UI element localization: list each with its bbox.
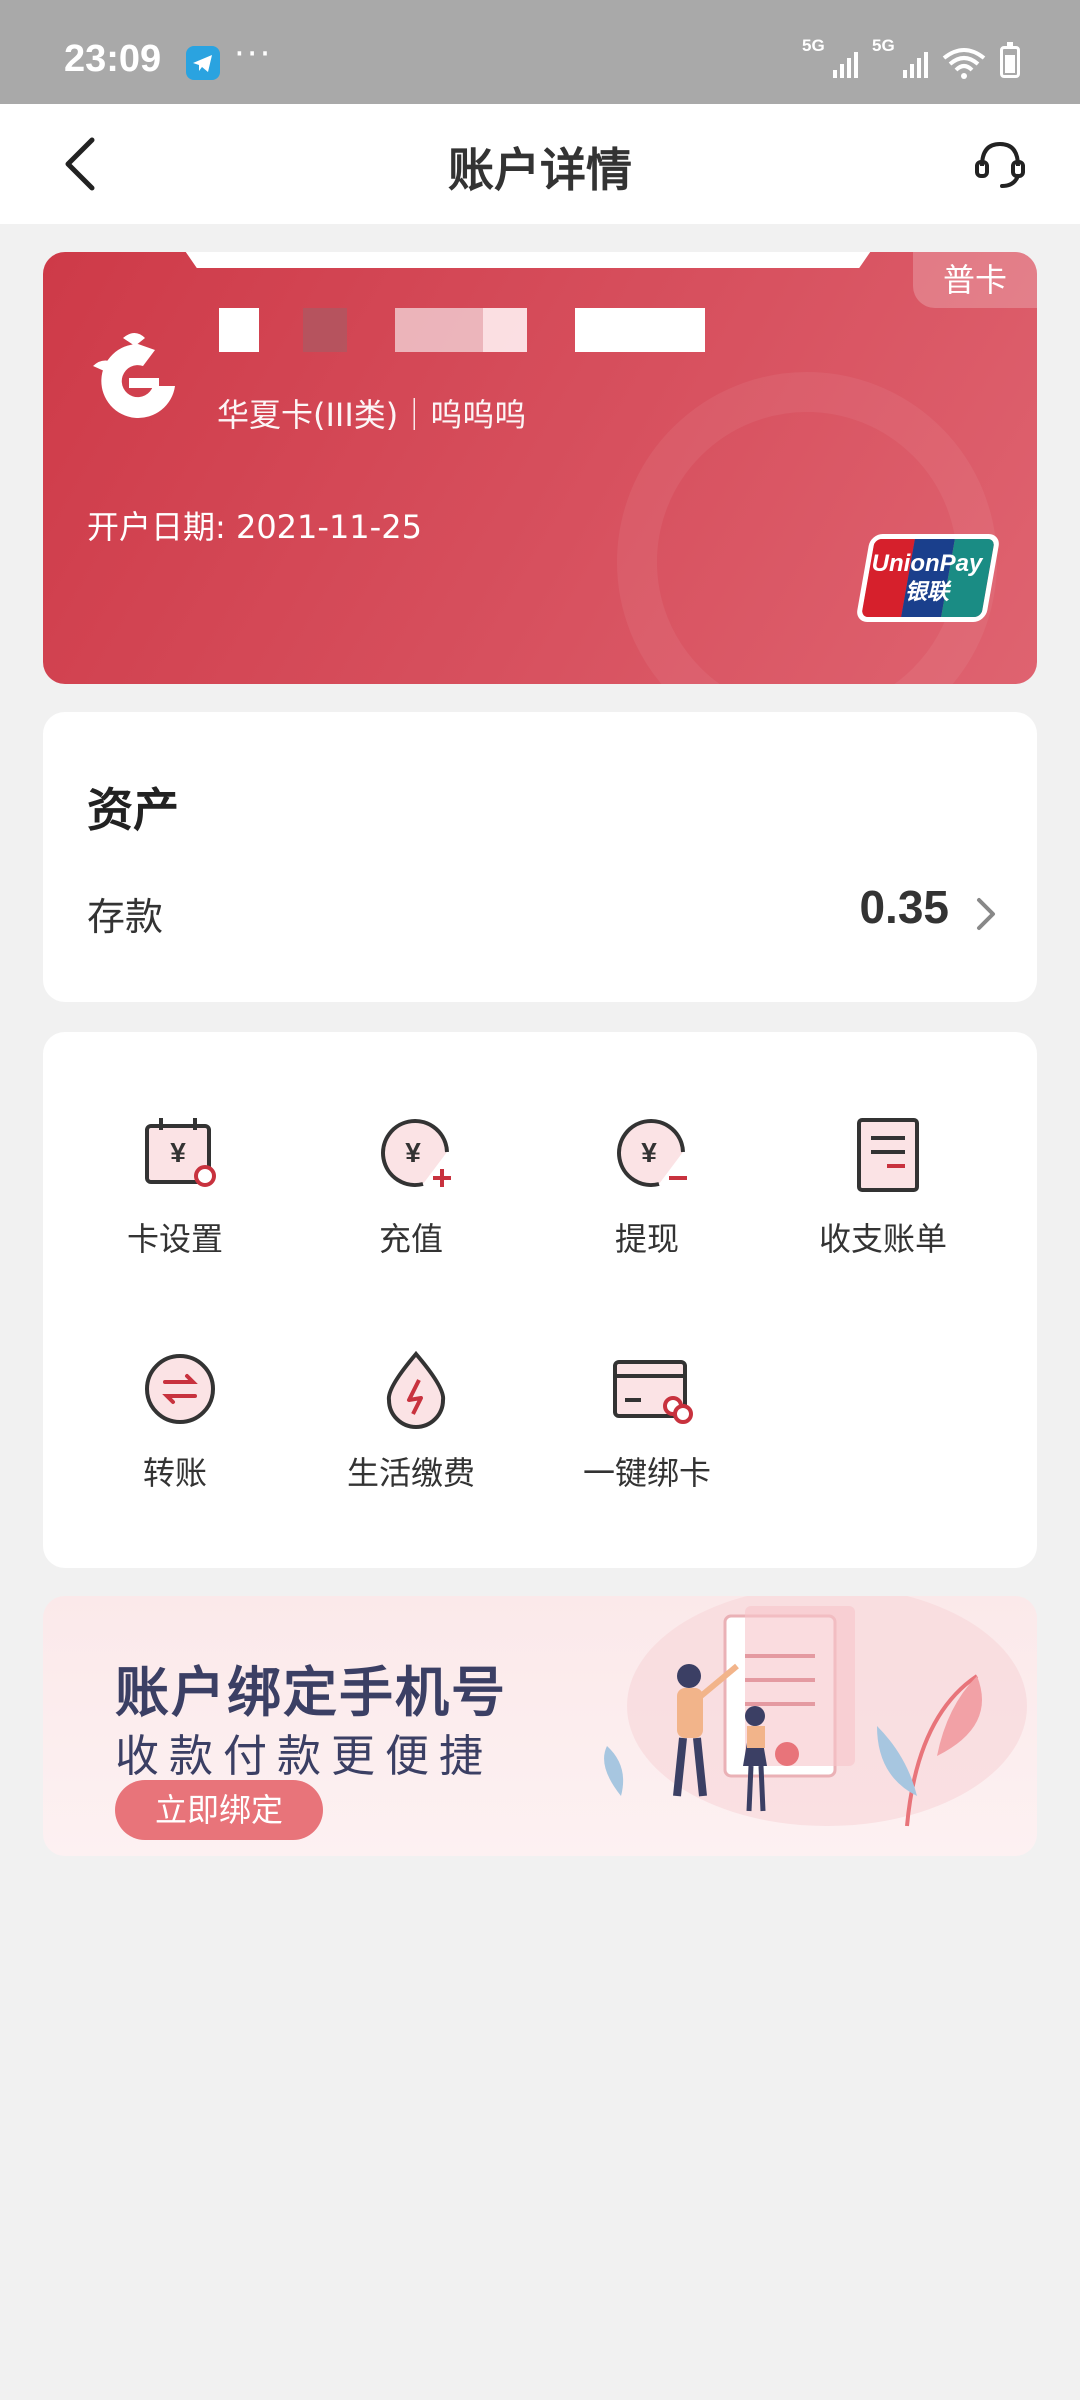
withdraw-button[interactable]: ¥ 提现 — [529, 1114, 765, 1284]
huaxia-bank-logo-icon — [83, 326, 193, 436]
signal-type-label: 5G — [802, 36, 825, 55]
func-label-transfer: 转账 — [142, 1454, 207, 1492]
unionpay-cn: 银联 — [904, 579, 949, 604]
bind-phone-banner[interactable]: 账户绑定手机号 收款付款更便捷 立即绑定 — [43, 1596, 1037, 1856]
withdraw-icon: ¥ — [617, 1119, 687, 1187]
top-up-button[interactable]: ¥ 充值 — [293, 1114, 529, 1284]
status-time: 23:09 — [64, 38, 162, 80]
customer-service-button[interactable] — [970, 134, 1030, 194]
banner-subtitle: 收款付款更便捷 — [115, 1731, 493, 1782]
signal-type-label-2: 5G — [872, 36, 895, 55]
func-label-bind-card: 一键绑卡 — [582, 1454, 711, 1492]
banner-title: 账户绑定手机号 — [115, 1661, 507, 1724]
wifi-icon — [942, 48, 986, 79]
page-title: 账户详情 — [448, 143, 632, 197]
card-watermark — [617, 372, 997, 684]
chevron-right-icon — [977, 898, 995, 930]
utility-payment-icon — [386, 1350, 446, 1429]
bank-card[interactable]: 普卡 华夏卡(III类)｜呜呜呜 开户日期: 2021-11-25 UnionP… — [43, 252, 1037, 684]
headset-icon — [975, 141, 1025, 188]
func-label-card-settings: 卡设置 — [126, 1220, 223, 1258]
card-name: 华夏卡(III类)｜呜呜呜 — [217, 396, 527, 434]
deposit-row[interactable]: 存款 0.35 — [43, 872, 1037, 952]
more-notifications-icon: ··· — [234, 34, 273, 74]
status-bar: 23:09 ··· 5G 5G — [0, 0, 1080, 104]
func-label-withdraw: 提现 — [614, 1220, 679, 1258]
bind-card-icon — [613, 1360, 693, 1424]
bill-button[interactable]: 收支账单 — [765, 1114, 1001, 1284]
svg-text:¥: ¥ — [170, 1137, 186, 1168]
card-top-notch — [183, 252, 873, 268]
battery-icon — [1000, 42, 1020, 78]
transfer-icon — [145, 1354, 215, 1424]
utility-payment-button[interactable]: 生活缴费 — [293, 1348, 529, 1518]
top-up-icon: ¥ — [381, 1119, 451, 1187]
nav-bar: 账户详情 — [0, 104, 1080, 224]
card-open-date: 开户日期: 2021-11-25 — [87, 508, 422, 546]
bill-icon — [857, 1118, 919, 1192]
assets-title: 资产 — [87, 783, 179, 837]
svg-text:¥: ¥ — [405, 1137, 421, 1168]
func-label-top-up: 充值 — [378, 1220, 443, 1258]
bind-card-button[interactable]: 一键绑卡 — [529, 1348, 765, 1518]
assets-section: 资产 存款 0.35 — [43, 712, 1037, 1002]
deposit-balance: 0.35 — [859, 881, 949, 933]
deposit-label: 存款 — [87, 895, 164, 939]
card-settings-button[interactable]: ¥ 卡设置 — [57, 1114, 293, 1284]
unionpay-en: UnionPay — [871, 550, 983, 577]
func-label-bill: 收支账单 — [818, 1220, 947, 1258]
transfer-button[interactable]: 转账 — [57, 1348, 293, 1518]
telegram-notification-icon — [186, 46, 220, 80]
svg-text:¥: ¥ — [641, 1137, 657, 1168]
signal-icon: 5G — [802, 36, 858, 80]
unionpay-logo-text: UnionPay 银联 — [871, 550, 983, 606]
signal-icon-2: 5G — [872, 36, 928, 80]
masked-card-number — [219, 308, 759, 352]
card-settings-icon: ¥ — [145, 1118, 216, 1187]
card-level-badge: 普卡 — [913, 252, 1037, 308]
functions-grid: ¥ 卡设置 ¥ 充值 ¥ 提现 收支账单 转账 生活缴费 一键绑卡 — [43, 1032, 1037, 1568]
func-label-utility: 生活缴费 — [346, 1454, 475, 1492]
banner-illustration — [604, 1596, 1027, 1827]
bind-now-button[interactable]: 立即绑定 — [115, 1780, 323, 1840]
